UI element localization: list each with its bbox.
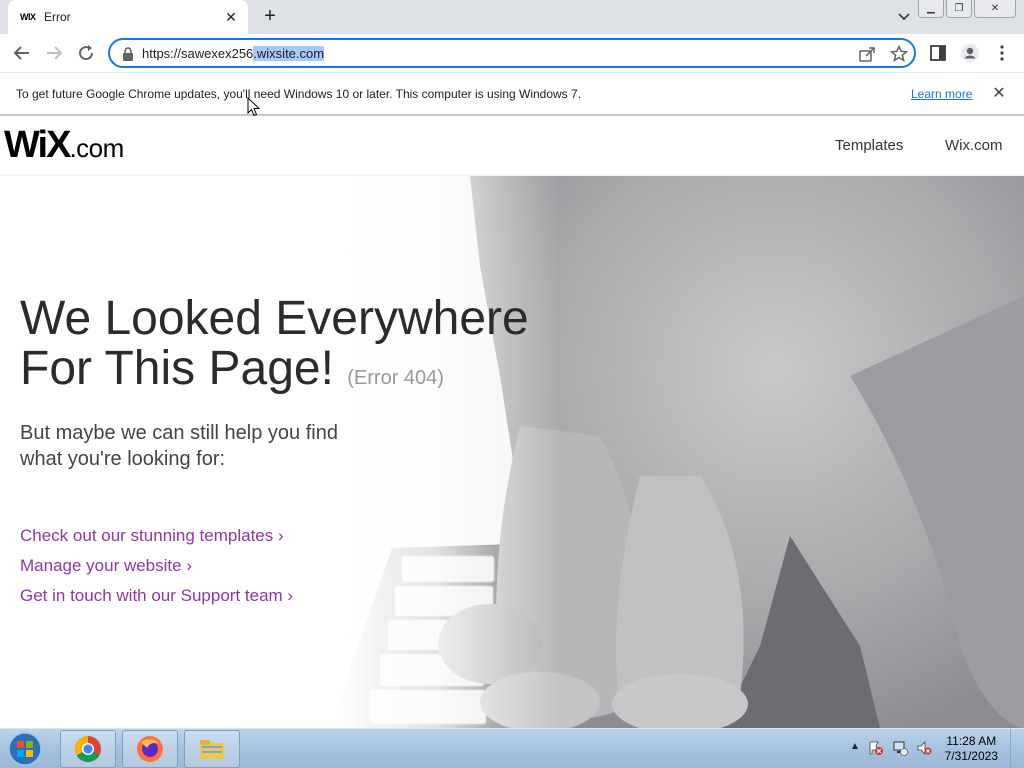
chrome-icon (74, 735, 101, 763)
tab-search-chevron-icon[interactable] (894, 8, 914, 26)
taskbar-explorer-button[interactable] (184, 730, 240, 768)
learn-more-link[interactable]: Learn more (911, 87, 972, 101)
heading-line-1: We Looked Everywhere (20, 292, 529, 345)
action-center-icon[interactable] (868, 740, 884, 756)
browser-toolbar: https://sawexex256.wixsite.com (0, 34, 1024, 72)
url-prefix: https://sawexex256 (142, 46, 254, 61)
show-hidden-icons-icon[interactable]: ▲ (850, 741, 860, 752)
show-desktop-button[interactable] (1010, 729, 1024, 768)
volume-muted-icon[interactable] (916, 740, 932, 756)
network-icon[interactable] (892, 740, 908, 756)
back-arrow-icon[interactable] (10, 41, 34, 65)
start-button-icon[interactable] (4, 731, 46, 767)
firefox-icon (137, 736, 163, 762)
window-controls: ▁ ❐ ✕ (918, 0, 1016, 18)
page-heading: We Looked Everywhere For This Page! (Err… (20, 294, 529, 403)
reload-icon[interactable] (74, 41, 98, 65)
infobar-close-icon[interactable]: ✕ (990, 85, 1008, 103)
bookmark-star-icon[interactable] (890, 45, 908, 63)
logo-wix: WiX (4, 124, 71, 166)
wix-favicon-icon: WIX (20, 12, 36, 22)
restore-button[interactable]: ❐ (946, 0, 972, 18)
new-tab-button[interactable]: + (258, 6, 282, 28)
nav-templates-link[interactable]: Templates (835, 137, 903, 154)
url-selected-text: .wixsite.com (253, 46, 325, 61)
system-tray: ▲ 11:28 AM 7/31/2023 (834, 729, 1024, 768)
taskbar-chrome-button[interactable] (60, 730, 116, 768)
clock-time: 11:28 AM (946, 734, 997, 748)
heading-line-2: For This Page! (20, 342, 334, 395)
screen: WIX Error ✕ + ▁ ❐ ✕ https://sawexex256.w… (0, 0, 1024, 768)
update-infobar: To get future Google Chrome updates, you… (0, 72, 1024, 116)
profile-avatar-icon[interactable] (960, 43, 980, 63)
lock-icon[interactable] (122, 47, 134, 61)
tab-strip: WIX Error ✕ + ▁ ❐ ✕ (0, 0, 1024, 34)
logo-suffix: .com (69, 133, 124, 163)
subheading-line-2: what you're looking for: (20, 448, 226, 470)
window-close-button[interactable]: ✕ (974, 0, 1016, 18)
tab-error[interactable]: WIX Error ✕ (8, 0, 248, 34)
manage-website-link[interactable]: Manage your website › (20, 556, 192, 576)
subheading-line-1: But maybe we can still help you find (20, 422, 338, 444)
infobar-message: To get future Google Chrome updates, you… (16, 87, 582, 101)
hero-section: We Looked Everywhere For This Page! (Err… (0, 176, 1024, 728)
error-code: (Error 404) (347, 367, 444, 389)
taskbar-firefox-button[interactable] (122, 730, 178, 768)
heading-line-2-wrap: For This Page! (Error 404) (20, 344, 529, 403)
minimize-button[interactable]: ▁ (918, 0, 944, 18)
address-bar[interactable]: https://sawexex256.wixsite.com (108, 38, 916, 68)
mouse-cursor-icon (247, 97, 261, 117)
taskbar: ▲ 11:28 AM 7/31/2023 (0, 728, 1024, 768)
support-team-link[interactable]: Get in touch with our Support team › (20, 586, 293, 606)
url-text[interactable]: https://sawexex256.wixsite.com (142, 46, 325, 61)
side-panel-icon[interactable] (928, 43, 948, 63)
wix-logo[interactable]: WiX .com (4, 124, 124, 167)
nav-wix-link[interactable]: Wix.com (945, 137, 1003, 154)
file-explorer-icon (200, 740, 224, 759)
taskbar-clock[interactable]: 11:28 AM 7/31/2023 (945, 734, 998, 764)
forward-arrow-icon[interactable] (42, 41, 66, 65)
templates-link[interactable]: Check out our stunning templates › (20, 526, 284, 546)
chrome-menu-icon[interactable] (992, 43, 1012, 63)
share-icon[interactable] (858, 45, 876, 63)
page-content: WiX .com Templates Wix.com We Looked Eve… (0, 118, 1024, 728)
tab-title: Error (44, 10, 71, 24)
tab-close-icon[interactable]: ✕ (220, 6, 242, 28)
subheading: But maybe we can still help you find wha… (20, 420, 338, 472)
site-header: WiX .com Templates Wix.com (0, 118, 1024, 176)
clock-date: 7/31/2023 (944, 749, 998, 763)
